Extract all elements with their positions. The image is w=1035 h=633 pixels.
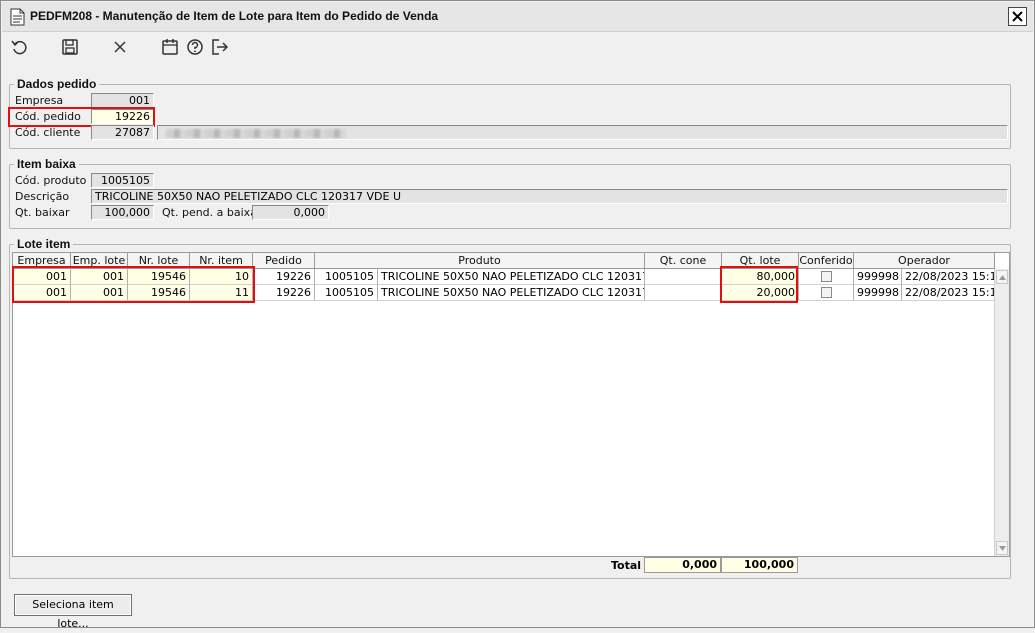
- col-header-nr-item[interactable]: Nr. item: [190, 253, 253, 269]
- cod-cliente-label: Cód. cliente: [15, 126, 81, 139]
- col-header-empresa[interactable]: Empresa: [13, 253, 71, 269]
- cell-produto-cod[interactable]: 1005105: [315, 285, 378, 301]
- cell-qt-lote[interactable]: 80,000: [722, 269, 799, 285]
- col-header-operador[interactable]: Operador: [854, 253, 995, 269]
- cell-operador-cod[interactable]: 999998: [854, 285, 902, 301]
- cod-pedido-label: Cód. pedido: [15, 110, 81, 123]
- total-label: Total: [611, 559, 642, 572]
- cell-conferido: [799, 269, 854, 285]
- qt-pend-label: Qt. pend. a baixa: [162, 206, 257, 219]
- calendar-icon: [162, 39, 178, 55]
- lote-item-legend: Lote item: [17, 237, 71, 251]
- cell-operador-data[interactable]: 22/08/2023 15:12:: [902, 285, 995, 301]
- cell-empresa[interactable]: 001: [13, 285, 71, 301]
- total-qt-cone: 0,000: [644, 557, 721, 573]
- col-header-conferido[interactable]: Conferido: [799, 253, 854, 269]
- undo-button[interactable]: [10, 37, 30, 57]
- exit-icon: [212, 39, 229, 55]
- descricao-field[interactable]: TRICOLINE 50X50 NAO PELETIZADO CLC 12031…: [91, 189, 1008, 204]
- close-icon: [1012, 11, 1023, 22]
- cell-emp-lote[interactable]: 001: [71, 269, 128, 285]
- redacted-client-name: [166, 129, 346, 138]
- title-bar: PEDFM208 - Manutenção de Item de Lote pa…: [2, 2, 1033, 32]
- close-button[interactable]: [1008, 7, 1027, 26]
- calendar-button[interactable]: [160, 37, 180, 57]
- window-title: PEDFM208 - Manutenção de Item de Lote pa…: [30, 9, 439, 23]
- cell-pedido[interactable]: 19226: [253, 285, 315, 301]
- cod-pedido-field[interactable]: 19226: [91, 109, 154, 124]
- table-row[interactable]: 001 001 19546 10 19226 1005105 TRICOLINE…: [13, 269, 995, 285]
- cell-operador-cod[interactable]: 999998: [854, 269, 902, 285]
- undo-icon: [11, 40, 27, 55]
- qt-baixar-label: Qt. baixar: [15, 206, 70, 219]
- cliente-name-field[interactable]: [157, 125, 1008, 140]
- col-header-qt-cone[interactable]: Qt. cone: [645, 253, 722, 269]
- main-window: PEDFM208 - Manutenção de Item de Lote pa…: [0, 0, 1035, 630]
- cell-conferido: [799, 285, 854, 301]
- table-row[interactable]: 001 001 19546 11 19226 1005105 TRICOLINE…: [13, 285, 995, 301]
- grid-vertical-scrollbar[interactable]: [994, 269, 1009, 556]
- cell-produto-cod[interactable]: 1005105: [315, 269, 378, 285]
- col-header-pedido[interactable]: Pedido: [253, 253, 315, 269]
- seleciona-item-lote-button[interactable]: Seleciona item lote...: [14, 594, 132, 630]
- cod-produto-field[interactable]: 1005105: [91, 173, 154, 188]
- qt-baixar-field[interactable]: 100,000: [91, 205, 154, 220]
- cell-empresa[interactable]: 001: [13, 269, 71, 285]
- dados-pedido-legend: Dados pedido: [17, 77, 97, 91]
- save-icon: [62, 39, 78, 55]
- empresa-label: Empresa: [15, 94, 64, 107]
- cell-produto-desc[interactable]: TRICOLINE 50X50 NAO PELETIZADO CLC 12031…: [378, 285, 645, 301]
- toolbar: [2, 33, 1033, 61]
- cell-emp-lote[interactable]: 001: [71, 285, 128, 301]
- empresa-field[interactable]: 001: [91, 93, 154, 108]
- cell-pedido[interactable]: 19226: [253, 269, 315, 285]
- cell-nr-item[interactable]: 10: [190, 269, 253, 285]
- help-icon: [187, 39, 203, 55]
- cod-cliente-field[interactable]: 27087: [91, 125, 154, 140]
- qt-pend-field[interactable]: 0,000: [252, 205, 329, 220]
- col-header-produto[interactable]: Produto: [315, 253, 645, 269]
- cod-produto-label: Cód. produto: [15, 174, 87, 187]
- item-baixa-legend: Item baixa: [17, 157, 76, 171]
- col-header-emp-lote[interactable]: Emp. lote: [71, 253, 128, 269]
- scroll-down-button[interactable]: [996, 541, 1008, 555]
- total-qt-lote: 100,000: [721, 557, 798, 573]
- cell-qt-cone[interactable]: [645, 285, 722, 301]
- descricao-label: Descrição: [15, 190, 70, 203]
- cell-qt-cone[interactable]: [645, 269, 722, 285]
- document-icon: [10, 8, 25, 26]
- save-button[interactable]: [60, 37, 80, 57]
- cell-nr-lote[interactable]: 19546: [128, 285, 190, 301]
- cell-nr-item[interactable]: 11: [190, 285, 253, 301]
- scroll-up-button[interactable]: [996, 270, 1008, 284]
- conferido-checkbox[interactable]: [820, 287, 832, 298]
- grid-header: Empresa Emp. lote Nr. lote Nr. item Pedi…: [13, 253, 995, 269]
- cell-qt-lote[interactable]: 20,000: [722, 285, 799, 301]
- cell-operador-data[interactable]: 22/08/2023 15:12:: [902, 269, 995, 285]
- exit-button[interactable]: [210, 37, 230, 57]
- scroll-down-icon: [998, 545, 1006, 551]
- col-header-qt-lote[interactable]: Qt. lote: [722, 253, 799, 269]
- cancel-icon: [114, 41, 126, 53]
- cancel-button[interactable]: [110, 37, 130, 57]
- col-header-nr-lote[interactable]: Nr. lote: [128, 253, 190, 269]
- cell-nr-lote[interactable]: 19546: [128, 269, 190, 285]
- lote-item-grid: Empresa Emp. lote Nr. lote Nr. item Pedi…: [12, 252, 1010, 557]
- scroll-up-icon: [998, 274, 1006, 280]
- help-button[interactable]: [185, 37, 205, 57]
- cell-produto-desc[interactable]: TRICOLINE 50X50 NAO PELETIZADO CLC 12031…: [378, 269, 645, 285]
- conferido-checkbox[interactable]: [820, 271, 832, 282]
